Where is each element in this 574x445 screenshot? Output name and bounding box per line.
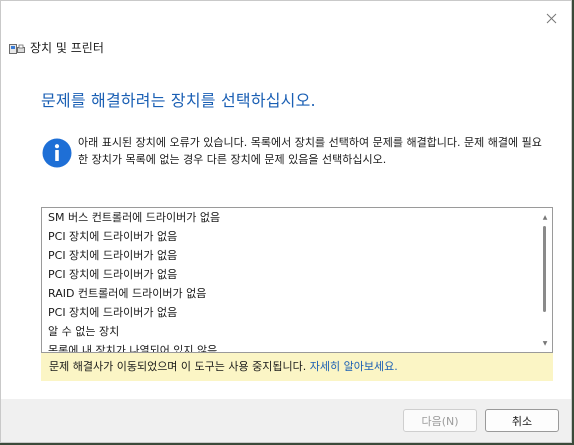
deprecation-notice: 문제 해결사가 이동되었으며 이 도구는 사용 중지됩니다. 자세히 알아보세요…: [41, 353, 553, 381]
window-title: 장치 및 프린터: [30, 41, 104, 55]
info-message: 아래 표시된 장치에 오류가 있습니다. 목록에서 장치를 선택하여 문제를 해…: [78, 136, 542, 166]
scroll-down-icon[interactable]: ▼: [541, 339, 549, 347]
cancel-button[interactable]: 취소: [485, 409, 559, 432]
next-button[interactable]: 다음(N): [403, 409, 477, 432]
learn-more-link[interactable]: 자세히 알아보세요.: [310, 360, 398, 373]
close-icon: [546, 13, 556, 23]
info-icon: [42, 138, 72, 168]
device-list[interactable]: SM 버스 컨트롤러에 드라이버가 없음 PCI 장치에 드라이버가 없음 PCI …: [41, 207, 553, 353]
device-list-item[interactable]: 알 수 없는 장치: [42, 322, 538, 341]
device-list-item[interactable]: RAID 컨트롤러에 드라이버가 없음: [42, 284, 538, 303]
device-list-item[interactable]: PCI 장치에 드라이버가 없음: [42, 265, 538, 284]
devices-printers-icon: [9, 41, 25, 55]
scroll-thumb[interactable]: [543, 226, 546, 312]
window-title-row: 장치 및 프린터: [9, 39, 104, 56]
troubleshooter-window: 장치 및 프린터 문제를 해결하려는 장치를 선택하십시오. 아래 표시된 장치…: [0, 0, 572, 443]
device-list-items: SM 버스 컨트롤러에 드라이버가 없음 PCI 장치에 드라이버가 없음 PCI …: [42, 208, 538, 352]
device-list-item[interactable]: PCI 장치에 드라이버가 없음: [42, 246, 538, 265]
device-list-item[interactable]: SM 버스 컨트롤러에 드라이버가 없음: [42, 208, 538, 227]
device-list-item[interactable]: 목록에 내 장치가 나열되어 있지 않음: [42, 341, 538, 352]
device-list-scrollbar[interactable]: ▲ ▼: [538, 208, 552, 352]
notice-text: 문제 해결사가 이동되었으며 이 도구는 사용 중지됩니다.: [49, 360, 310, 373]
device-list-item[interactable]: PCI 장치에 드라이버가 없음: [42, 227, 538, 246]
close-button[interactable]: [539, 7, 563, 29]
scroll-up-icon[interactable]: ▲: [541, 213, 549, 221]
device-list-item[interactable]: PCI 장치에 드라이버가 없음: [42, 303, 538, 322]
page-title: 문제를 해결하려는 장치를 선택하십시오.: [41, 91, 316, 110]
dialog-footer: 다음(N) 취소: [1, 399, 571, 442]
